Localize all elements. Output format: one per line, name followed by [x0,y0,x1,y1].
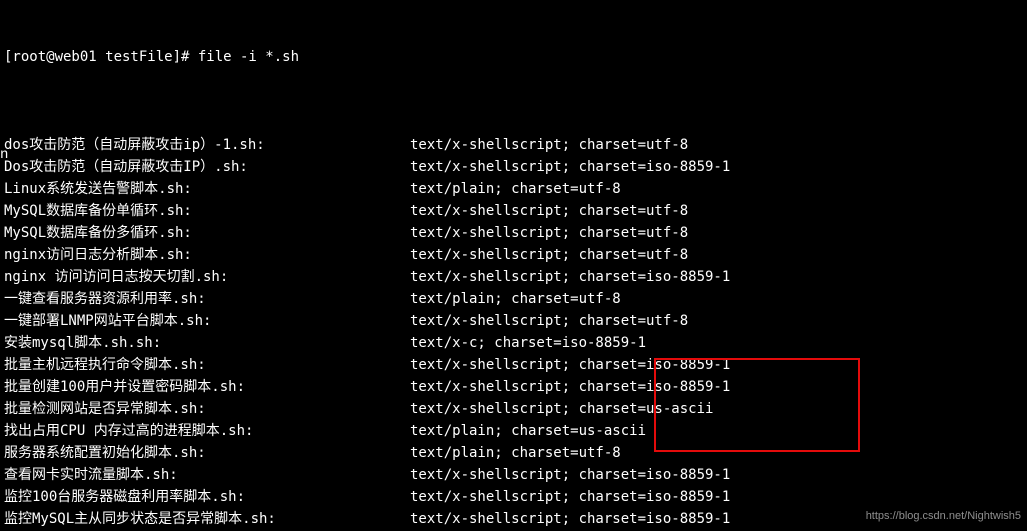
file-output-row: MySQL数据库备份多循环.sh:text/x-shellscript; cha… [4,222,1023,244]
file-name-cell: Dos攻击防范（自动屏蔽攻击IP）.sh: [4,156,410,178]
file-output-row: Dos攻击防范（自动屏蔽攻击IP）.sh:text/x-shellscript;… [4,156,1023,178]
file-output-row: Linux系统发送告警脚本.sh:text/plain; charset=utf… [4,178,1023,200]
file-name-cell: nginx 访问访问日志按天切割.sh: [4,266,410,288]
file-info-cell: text/plain; charset=utf-8 [410,178,1023,200]
file-info-cell: text/x-shellscript; charset=utf-8 [410,200,1023,222]
file-name-cell: 一键部署LNMP网站平台脚本.sh: [4,310,410,332]
file-name-cell: 安装mysql脚本.sh.sh: [4,332,410,354]
file-info-cell: text/x-shellscript; charset=utf-8 [410,222,1023,244]
file-info-cell: text/x-shellscript; charset=iso-8859-1 [410,266,1023,288]
file-info-cell: text/x-shellscript; charset=iso-8859-1 [410,354,1023,376]
file-output-row: 找出占用CPU 内存过高的进程脚本.sh:text/plain; charset… [4,420,1023,442]
file-info-cell: text/x-shellscript; charset=utf-8 [410,134,1023,156]
file-name-cell: Linux系统发送告警脚本.sh: [4,178,410,200]
file-name-cell: 一键查看服务器资源利用率.sh: [4,288,410,310]
file-info-cell: text/x-shellscript; charset=iso-8859-1 [410,376,1023,398]
file-name-cell: 找出占用CPU 内存过高的进程脚本.sh: [4,420,410,442]
file-name-cell: 监控100台服务器磁盘利用率脚本.sh: [4,486,410,508]
watermark-text: https://blog.csdn.net/Nightwish5 [866,505,1021,527]
file-output-row: 安装mysql脚本.sh.sh:text/x-c; charset=iso-88… [4,332,1023,354]
file-output-row: nginx 访问访问日志按天切割.sh:text/x-shellscript; … [4,266,1023,288]
file-name-cell: 服务器系统配置初始化脚本.sh: [4,442,410,464]
file-name-cell: MySQL数据库备份多循环.sh: [4,222,410,244]
file-output-row: 批量检测网站是否异常脚本.sh:text/x-shellscript; char… [4,398,1023,420]
file-info-cell: text/plain; charset=utf-8 [410,442,1023,464]
file-info-cell: text/x-shellscript; charset=iso-8859-1 [410,464,1023,486]
file-info-cell: text/plain; charset=utf-8 [410,288,1023,310]
file-name-cell: 监控MySQL主从同步状态是否异常脚本.sh: [4,508,410,530]
file-name-cell: dos攻击防范（自动屏蔽攻击ip）-1.sh: [4,134,410,156]
file-output-row: 批量主机远程执行命令脚本.sh:text/x-shellscript; char… [4,354,1023,376]
file-info-cell: text/x-shellscript; charset=utf-8 [410,310,1023,332]
file-info-cell: text/x-shellscript; charset=us-ascii [410,398,1023,420]
file-output-row: 一键查看服务器资源利用率.sh:text/plain; charset=utf-… [4,288,1023,310]
file-name-cell: MySQL数据库备份单循环.sh: [4,200,410,222]
file-info-cell: text/plain; charset=us-ascii [410,420,1023,442]
file-output-row: MySQL数据库备份单循环.sh:text/x-shellscript; cha… [4,200,1023,222]
file-output-row: 一键部署LNMP网站平台脚本.sh:text/x-shellscript; ch… [4,310,1023,332]
margin-marker: n [0,144,8,166]
file-output-row: 批量创建100用户并设置密码脚本.sh:text/x-shellscript; … [4,376,1023,398]
file-name-cell: 批量检测网站是否异常脚本.sh: [4,398,410,420]
terminal-output[interactable]: [root@web01 testFile]# file -i *.sh dos攻… [0,0,1027,531]
file-name-cell: 批量主机远程执行命令脚本.sh: [4,354,410,376]
file-name-cell: 批量创建100用户并设置密码脚本.sh: [4,376,410,398]
file-output-row: 服务器系统配置初始化脚本.sh:text/plain; charset=utf-… [4,442,1023,464]
file-info-cell: text/x-c; charset=iso-8859-1 [410,332,1023,354]
file-output-row: dos攻击防范（自动屏蔽攻击ip）-1.sh:text/x-shellscrip… [4,134,1023,156]
shell-prompt-command: [root@web01 testFile]# file -i *.sh [4,46,1023,68]
file-info-cell: text/x-shellscript; charset=iso-8859-1 [410,156,1023,178]
file-name-cell: nginx访问日志分析脚本.sh: [4,244,410,266]
file-output-row: nginx访问日志分析脚本.sh:text/x-shellscript; cha… [4,244,1023,266]
file-output-row: 查看网卡实时流量脚本.sh:text/x-shellscript; charse… [4,464,1023,486]
file-name-cell: 查看网卡实时流量脚本.sh: [4,464,410,486]
file-info-cell: text/x-shellscript; charset=utf-8 [410,244,1023,266]
